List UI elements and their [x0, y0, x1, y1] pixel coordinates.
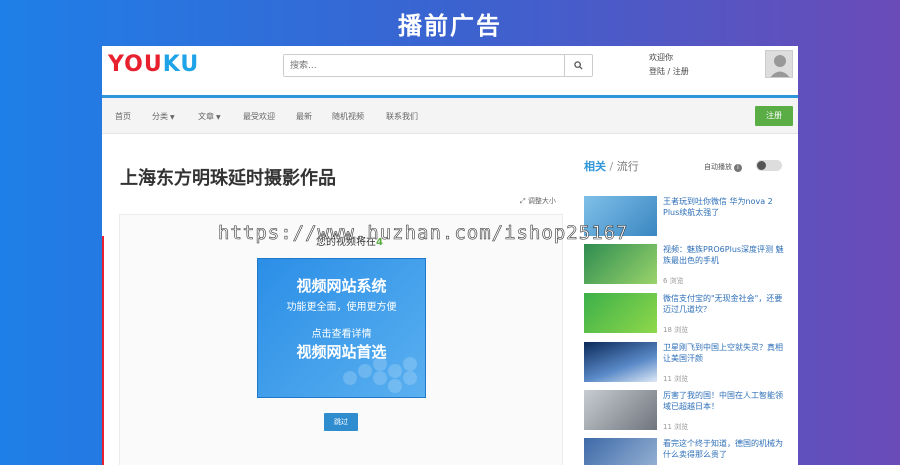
- ad-cta: 点击查看详情: [311, 329, 372, 340]
- search-input[interactable]: [284, 55, 564, 76]
- video-views: 18 浏览: [663, 326, 689, 334]
- video-views: 11 浏览: [663, 375, 689, 383]
- welcome-text: 欢迎你: [649, 53, 673, 62]
- video-title[interactable]: 王者玩到吐你微信 华为nova 2 Plus续航太强了: [663, 196, 788, 218]
- register-button[interactable]: 注册: [755, 106, 793, 126]
- video-title[interactable]: 视频：魅族PRO6Plus深度评测 魅族最出色的手机: [663, 244, 788, 266]
- resize-icon: ⤢: [520, 197, 526, 205]
- page-title: 上海东方明珠延时摄影作品: [120, 168, 336, 189]
- tab-popular[interactable]: 流行: [617, 160, 639, 173]
- ad-tagline: 视频网站首选: [296, 343, 387, 361]
- resize-control[interactable]: ⤢ 调整大小: [520, 196, 556, 206]
- pre-roll-ad[interactable]: 视频网站系统 功能更全面，使用更方便 点击查看详情 视频网站首选: [257, 258, 426, 398]
- search-box: [283, 54, 593, 77]
- video-thumbnail[interactable]: [584, 390, 657, 430]
- list-item[interactable]: 厉害了我的国！中国在人工智能领域已超越日本！ 11 浏览: [584, 390, 784, 436]
- video-thumbnail[interactable]: [584, 293, 657, 333]
- chevron-down-icon: ▼: [216, 114, 221, 121]
- skip-ad-button[interactable]: 跳过: [324, 413, 358, 431]
- ad-headline: 视频网站系统: [296, 277, 387, 295]
- video-player[interactable]: 您的视频将在4 视频网站系统 功能更全面，使用更方便 点击查看详情 视频网站首选…: [119, 214, 563, 465]
- info-icon: i: [734, 164, 742, 172]
- browser-frame: YOUKU 欢迎你 登陆 / 注册 首页 分类▼ 文章▼ 最受欢迎 最新 随机视…: [102, 46, 798, 465]
- video-title[interactable]: 厉害了我的国！中国在人工智能领域已超越日本！: [663, 390, 788, 412]
- site-header: YOUKU 欢迎你 登陆 / 注册: [102, 46, 798, 98]
- nav-articles-label: 文章: [198, 112, 214, 121]
- video-title[interactable]: 卫星刚飞到中国上空就失灵？真相让美国汗颜: [663, 342, 788, 364]
- logo-letter: Y: [108, 52, 125, 77]
- user-area: 欢迎你 登陆 / 注册: [649, 51, 689, 79]
- autoplay-text: 自动播放: [704, 163, 732, 171]
- chevron-down-icon: ▼: [170, 114, 175, 121]
- nav-home[interactable]: 首页: [115, 111, 131, 122]
- nav-latest[interactable]: 最新: [296, 111, 312, 122]
- video-title[interactable]: 微信支付宝的"无现金社会"，还要迈过几道坎？: [663, 293, 788, 315]
- list-item[interactable]: 视频：魅族PRO6Plus深度评测 魅族最出色的手机 6 浏览: [584, 244, 784, 290]
- watermark-text: https://www.huzhan.com/ishop25167: [218, 222, 629, 245]
- resize-label: 调整大小: [527, 197, 556, 205]
- logo-letter: U: [143, 52, 163, 77]
- ad-subline: 功能更全面，使用更方便: [286, 302, 397, 313]
- main-nav: 首页 分类 ▼ 文章 ▼ 最受欢迎 最新 随机视频 联系我们 注册: [102, 98, 798, 134]
- login-register-link[interactable]: 登陆 / 注册: [649, 65, 689, 79]
- video-title[interactable]: 看完这个终于知道，德国的机械为什么卖得那么贵了: [663, 438, 788, 460]
- list-item[interactable]: 卫星刚飞到中国上空就失灵？真相让美国汗颜 11 浏览: [584, 342, 784, 388]
- video-thumbnail[interactable]: [584, 438, 657, 465]
- video-views: 6 浏览: [663, 277, 684, 285]
- video-views: 11 浏览: [663, 423, 689, 431]
- youku-logo[interactable]: YOUKU: [108, 52, 199, 77]
- search-button[interactable]: [564, 55, 592, 76]
- nav-articles[interactable]: 文章 ▼: [198, 111, 221, 122]
- user-icon: [770, 55, 790, 77]
- tab-related[interactable]: 相关: [584, 160, 606, 173]
- nav-category[interactable]: 分类 ▼: [152, 111, 175, 122]
- nav-contact[interactable]: 联系我们: [386, 111, 418, 122]
- logo-letter: O: [124, 52, 144, 77]
- video-thumbnail[interactable]: [584, 342, 657, 382]
- avatar[interactable]: [765, 50, 793, 78]
- search-icon: [574, 61, 583, 70]
- banner-title: 播前广告: [398, 12, 502, 40]
- video-thumbnail[interactable]: [584, 244, 657, 284]
- sidebar: 相关 / 流行 自动播放 i 王者玩到吐你微信 华为nova 2 Plus续航太强…: [584, 158, 794, 465]
- nav-random[interactable]: 随机视频: [332, 111, 364, 122]
- autoplay-toggle[interactable]: [756, 160, 782, 171]
- nav-category-label: 分类: [152, 112, 168, 121]
- nav-most-popular[interactable]: 最受欢迎: [243, 111, 275, 122]
- logo-letter: U: [180, 52, 200, 77]
- list-item[interactable]: 看完这个终于知道，德国的机械为什么卖得那么贵了: [584, 438, 784, 465]
- logo-letter: K: [162, 52, 181, 77]
- list-item[interactable]: 微信支付宝的"无现金社会"，还要迈过几道坎？ 18 浏览: [584, 293, 784, 339]
- sidebar-header: 相关 / 流行 自动播放 i: [584, 158, 794, 176]
- autoplay-label: 自动播放 i: [704, 162, 742, 172]
- tab-separator: /: [609, 160, 614, 173]
- accent-bar: [102, 236, 104, 465]
